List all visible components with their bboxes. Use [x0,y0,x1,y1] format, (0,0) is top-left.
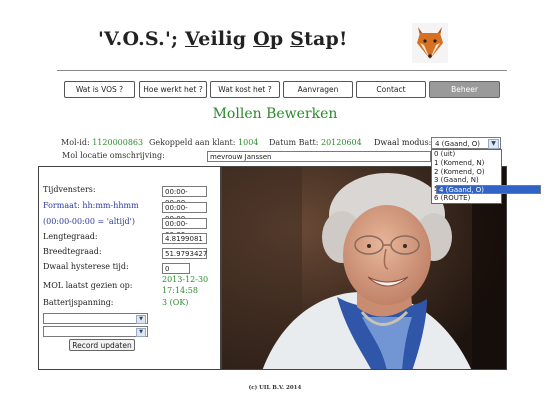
nav-wat-is-vos[interactable]: Wat is VOS ? [64,81,135,98]
lat-input[interactable]: 4.8199081 [162,233,207,244]
battery-value: 3 (OK) [162,298,189,307]
hyst-label: Dwaal hysterese tijd: [43,262,129,271]
always-label: (00:00-00:00 = 'altijd') [43,217,135,226]
header-divider [57,70,507,71]
last-seen-date: 2013-12-30 [162,275,209,284]
window-input-3[interactable]: 00:00-00:00 [162,218,207,239]
mode-select-value: 4 (Gaand, O) [435,140,480,148]
select-2[interactable]: ▼ [43,326,148,337]
nav-wat-kost-het[interactable]: Wat kost het ? [210,81,280,98]
last-seen-label: MOL laatst gezien op: [43,281,133,290]
mode-option[interactable]: 2 (Komend, O) [432,168,501,177]
fox-icon [412,23,448,63]
mode-dropdown-list: 0 (uit) 1 (Komend, N) 2 (Komend, O) 3 (Gaan… [431,149,541,204]
nav-aanvragen[interactable]: Aanvragen [283,81,353,98]
format-label: Formaat: hh:mm-hhmm [43,201,139,210]
page: 'V.O.S.'; Veilig Op Stap! Wat is VOS ? H… [0,0,550,400]
mode-option[interactable]: 4 (Gaand, O) [436,185,541,194]
update-record-button[interactable]: Record updaten [69,339,135,351]
mode-option[interactable]: 6 (ROUTE) [432,194,501,203]
chevron-down-icon[interactable]: ▼ [488,139,499,149]
location-input[interactable]: mevrouw Janssen [207,151,431,162]
window-input-1[interactable]: 00:00-00:00 [162,186,207,207]
windows-label: Tijdvensters: [43,185,96,194]
mol-id: Mol-id: 1120000863 [61,138,144,147]
form-panel: Tijdvensters: Formaat: hh:mm-hhmm (00:00… [38,166,221,370]
nav-contact[interactable]: Contact [356,81,426,98]
lon-label: Breedtegraad: [43,247,102,256]
footer-copyright: (c) UIL B.V. 2014 [248,385,302,391]
mode-label: Dwaal modus: [374,138,432,147]
select-1[interactable]: ▼ [43,313,148,324]
last-seen-time: 17:14:58 [162,286,198,295]
window-input-2[interactable]: 00:00-00:00 [162,202,207,223]
location-label: Mol locatie omschrijving: [62,151,165,160]
battery-date: Datum Batt: 20120604 [269,138,362,147]
page-heading: Mollen Bewerken [212,106,338,122]
lat-label: Lengtegraad: [43,232,98,241]
hyst-input[interactable]: 0 [162,263,190,274]
mode-select[interactable]: 4 (Gaand, O) ▼ [431,137,501,149]
page-title: 'V.O.S.'; Veilig Op Stap! [98,28,348,50]
chevron-down-icon[interactable]: ▼ [136,328,146,337]
linked-client: Gekoppeld aan klant: 1004 [149,138,259,147]
chevron-down-icon[interactable]: ▼ [136,315,146,324]
mode-option[interactable]: 0 (uit) [432,150,501,159]
battery-label: Batterijspanning: [43,298,114,307]
nav-hoe-werkt-het[interactable]: Hoe werkt het ? [139,81,207,98]
nav-beheer[interactable]: Beheer [429,81,500,98]
mode-option[interactable]: 1 (Komend, N) [432,159,501,168]
mode-option[interactable]: 3 (Gaand, N) [432,176,501,185]
lon-input[interactable]: 51.9793427 [162,248,207,259]
